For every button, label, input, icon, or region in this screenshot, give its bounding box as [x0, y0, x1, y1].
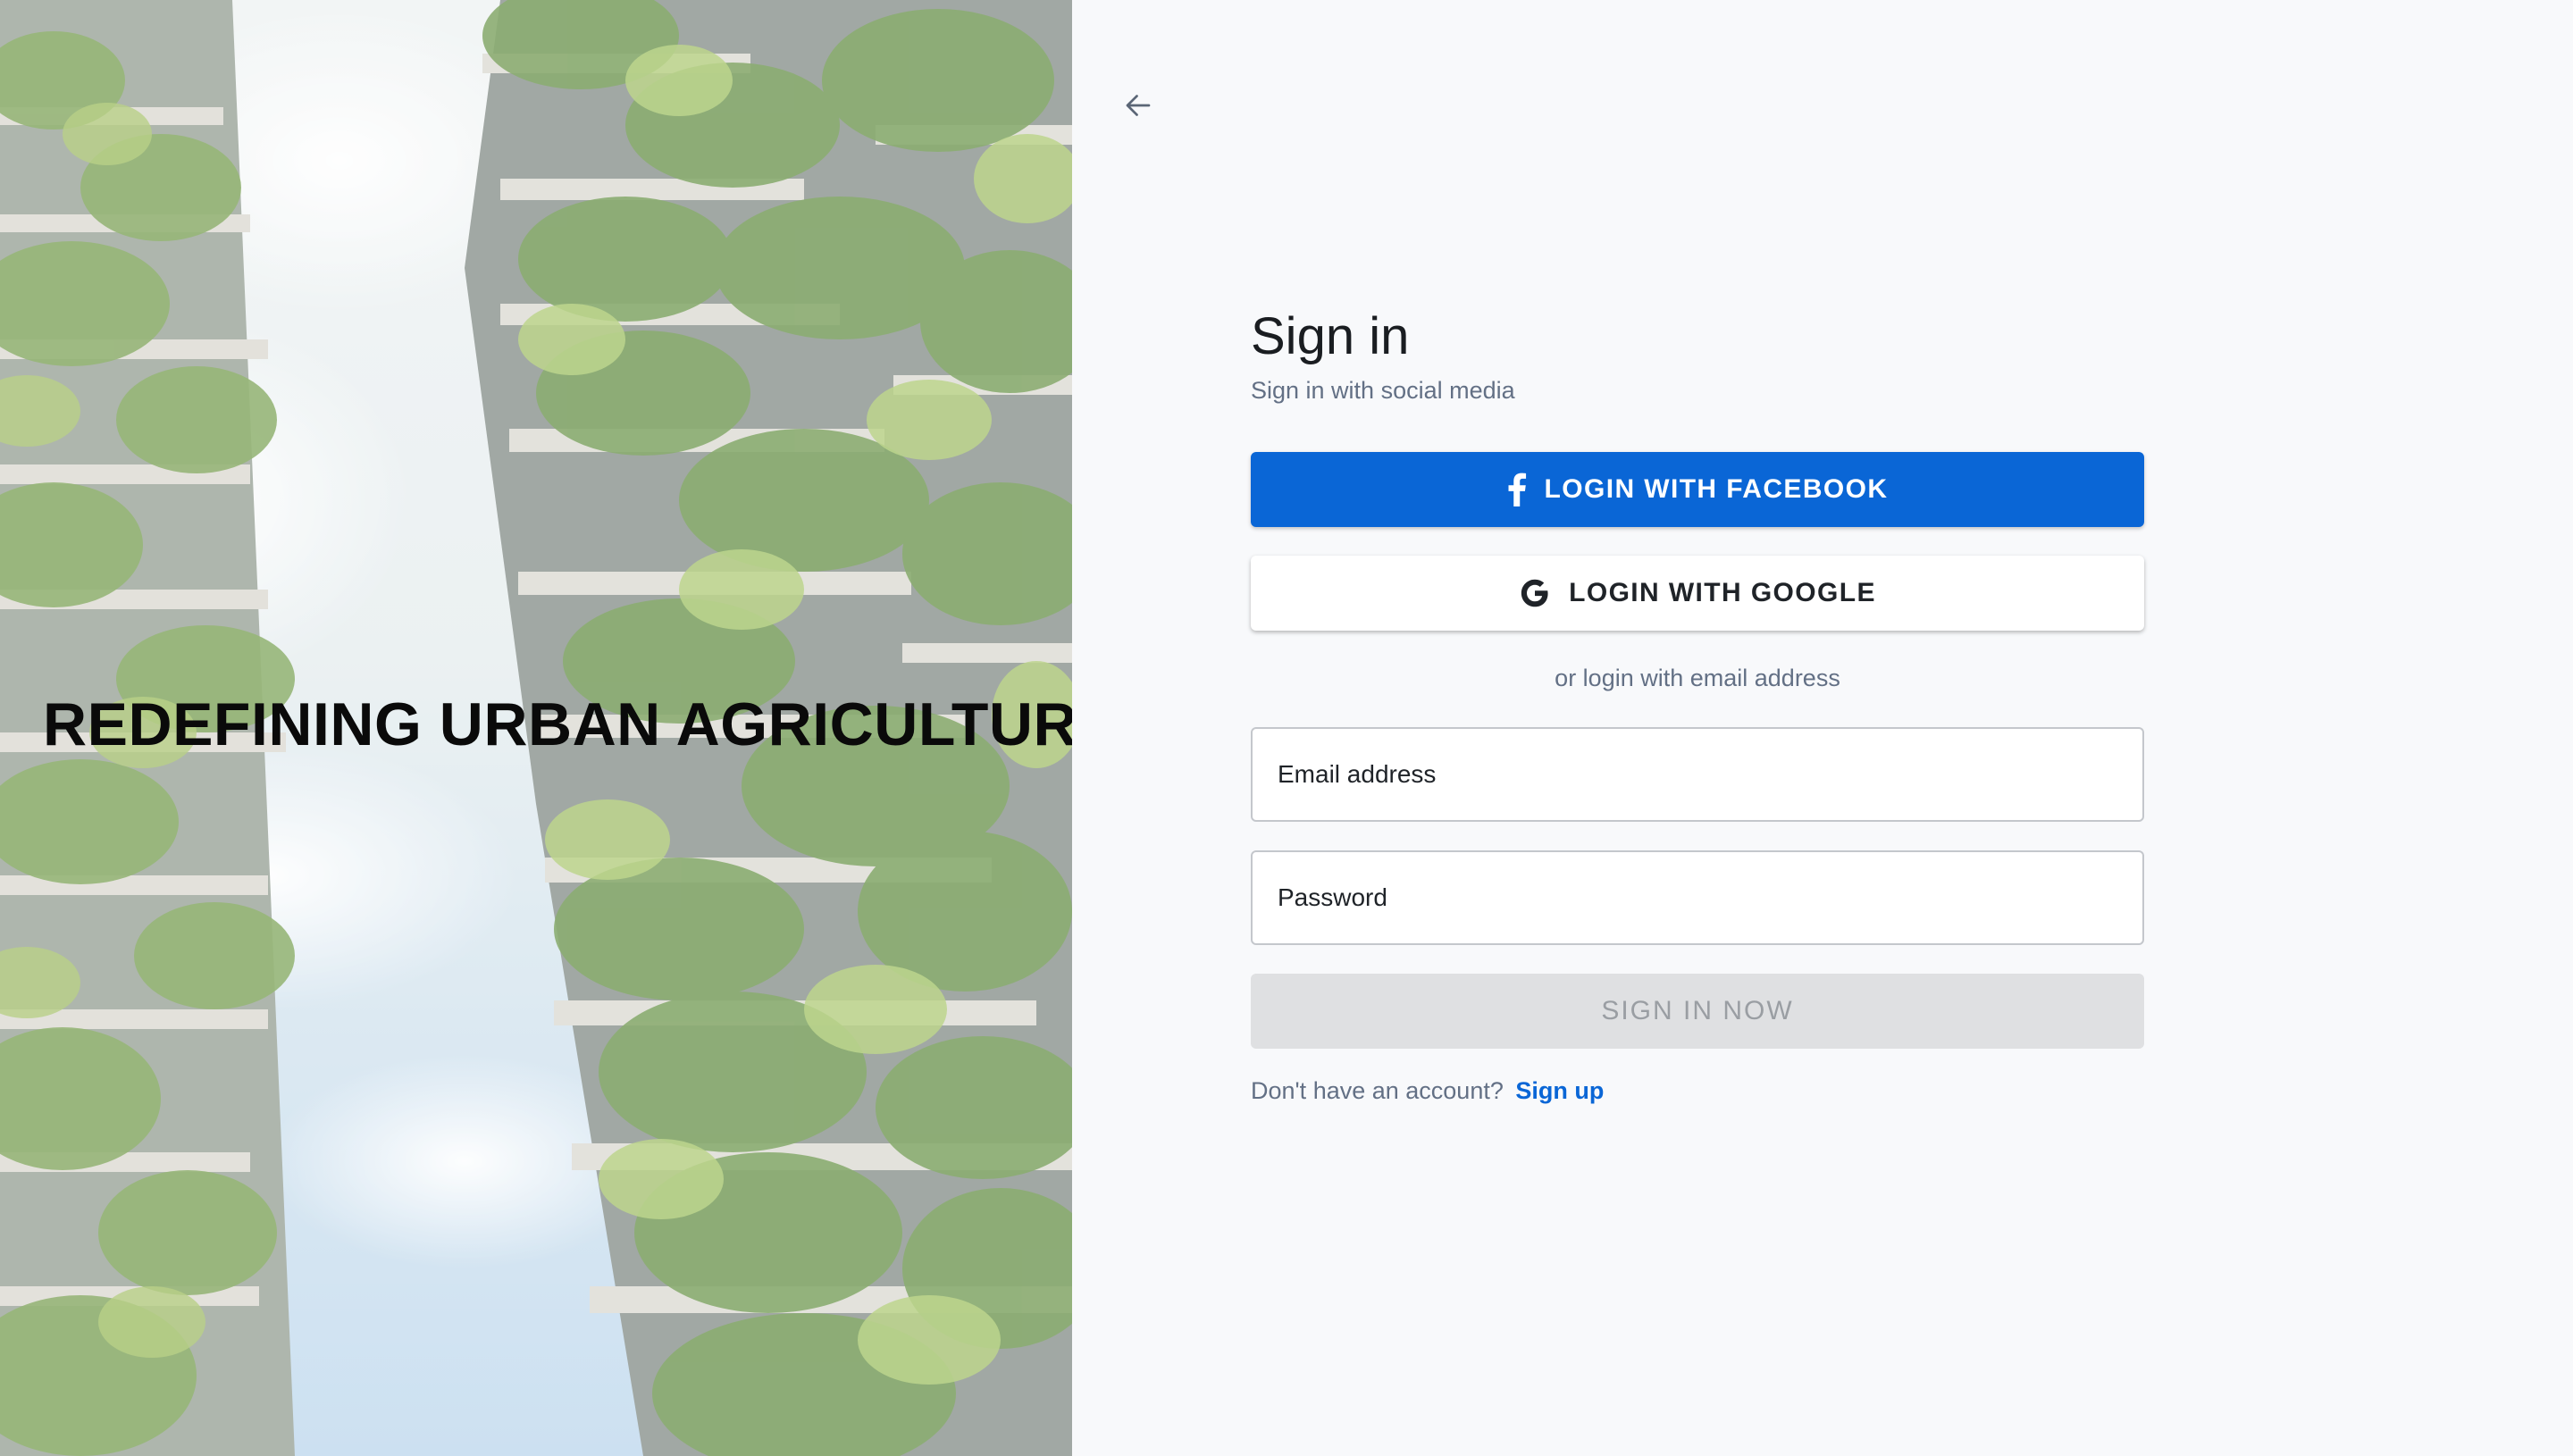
- arrow-left-icon: [1126, 95, 1151, 116]
- back-button[interactable]: [1117, 88, 1160, 123]
- page-title: Sign in: [1251, 307, 1410, 365]
- google-icon: [1519, 577, 1551, 609]
- sign-in-page: REDEFINING URBAN AGRICULTURE Sign in Sig…: [0, 0, 2573, 1456]
- google-login-button[interactable]: LOGIN WITH GOOGLE: [1251, 556, 2144, 631]
- sign-in-label: SIGN IN NOW: [1601, 996, 1794, 1025]
- password-field[interactable]: [1276, 883, 2119, 913]
- google-login-label: LOGIN WITH GOOGLE: [1569, 578, 1876, 607]
- email-field[interactable]: [1276, 759, 2119, 790]
- email-divider-text: or login with email address: [1555, 665, 1840, 691]
- hero-title: REDEFINING URBAN AGRICULTURE: [43, 690, 1072, 758]
- facebook-login-label: LOGIN WITH FACEBOOK: [1544, 474, 1889, 504]
- sign-in-form: Sign in Sign in with social media LOGIN …: [1251, 304, 2144, 1106]
- hero-panel: REDEFINING URBAN AGRICULTURE: [0, 0, 1072, 1456]
- sign-in-button[interactable]: SIGN IN NOW: [1251, 974, 2144, 1049]
- facebook-login-button[interactable]: LOGIN WITH FACEBOOK: [1251, 452, 2144, 527]
- email-field-wrapper: [1251, 727, 2144, 822]
- page-subtitle: Sign in with social media: [1251, 377, 1515, 404]
- signup-link[interactable]: Sign up: [1515, 1077, 1604, 1104]
- signup-prompt: Don't have an account?: [1251, 1077, 1504, 1104]
- facebook-icon: [1507, 473, 1527, 506]
- password-field-wrapper: [1251, 850, 2144, 945]
- signup-row: Don't have an account? Sign up: [1251, 1075, 2144, 1106]
